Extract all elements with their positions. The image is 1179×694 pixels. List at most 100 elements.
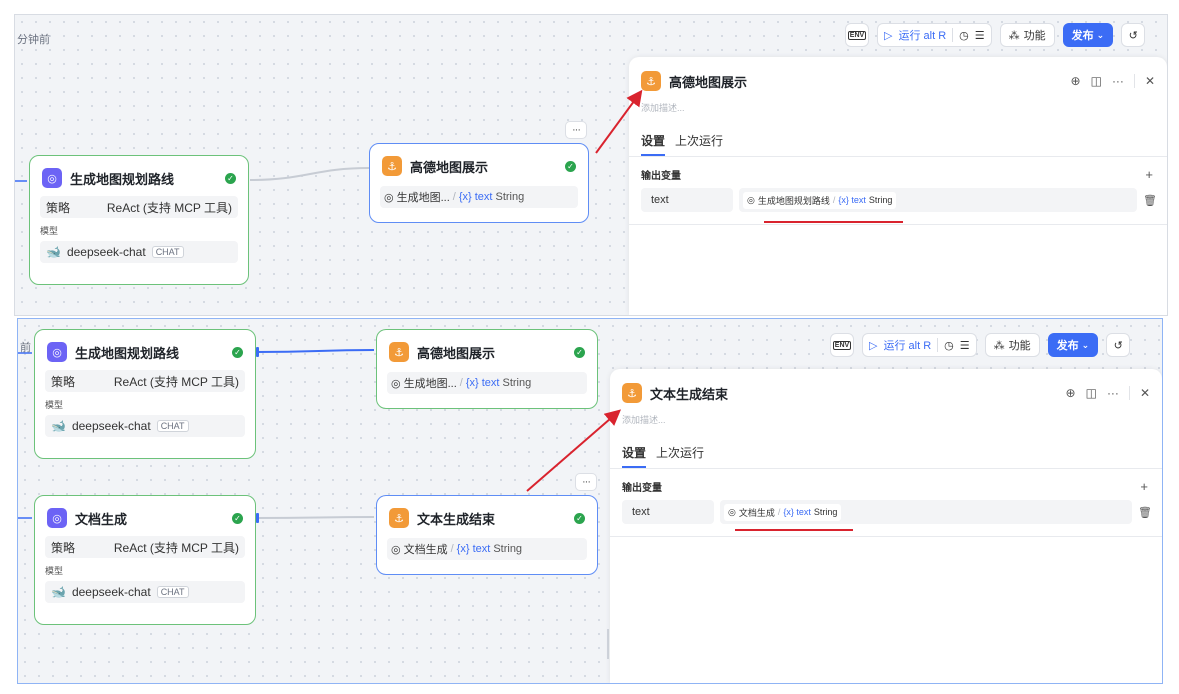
check-icon: ✓	[232, 512, 243, 524]
description-input[interactable]: 添加描述...	[629, 91, 1167, 114]
end-node[interactable]: ⚓ 高德地图展示 ✓ ◎ 生成地图... / {x} text String	[369, 143, 589, 223]
variable-name-field[interactable]: text	[641, 188, 733, 212]
variable-name-field[interactable]: text	[622, 500, 714, 524]
panel-title: 文本生成结束	[650, 386, 729, 402]
toolbar: ENV ▷ 运行 alt R ◷ ☰ ⁂ 功能 发布 ⌄ ↺	[845, 23, 1146, 47]
output-variables-header: 输出变量 +	[641, 167, 1153, 182]
env-button[interactable]: ENV	[845, 23, 869, 47]
run-button[interactable]: 运行 alt R	[883, 337, 931, 353]
end-icon: ⚓	[389, 342, 409, 362]
trash-icon[interactable]: 🗑	[1143, 194, 1157, 207]
variable-value-field[interactable]: ◎ 生成地图规划路线 / {x} text String	[739, 188, 1137, 212]
variable-value-field[interactable]: ◎ 文档生成 / {x} text String	[720, 500, 1132, 524]
run-node-icon[interactable]: ⊕	[1071, 74, 1081, 88]
edge-llm1-to-end1[interactable]	[255, 349, 375, 353]
llm-node[interactable]: ◎ 文档生成 ✓ 策略 ReAct (支持 MCP 工具) 模型 🐋 deeps…	[34, 495, 256, 625]
strategy-row: 策略 ReAct (支持 MCP 工具)	[45, 370, 245, 392]
model-row: 🐋 deepseek-chat CHAT	[45, 415, 245, 437]
help-book-icon[interactable]: ◫	[1086, 386, 1097, 400]
model-label: 模型	[40, 226, 59, 236]
run-group: ▷ 运行 alt R ◷ ☰	[862, 333, 977, 357]
check-icon: ✓	[574, 512, 585, 524]
node-config-panel: ⚓ 高德地图展示 ⊕ ◫ ··· ✕ 添加描述... 设置 上次运行 输出变量 …	[629, 57, 1167, 315]
strategy-row: 策略 ReAct (支持 MCP 工具)	[40, 196, 238, 218]
tab-settings[interactable]: 设置	[622, 444, 647, 468]
panel-tabs: 设置 上次运行	[610, 426, 1162, 469]
run-button[interactable]: 运行 alt R	[898, 27, 946, 43]
end-icon: ⚓	[382, 156, 402, 176]
node-title: 生成地图规划路线	[70, 171, 175, 187]
output-variables-header: 输出变量 +	[622, 479, 1148, 494]
features-button[interactable]: ⁂ 功能	[999, 23, 1055, 47]
agent-icon: ◎	[47, 508, 67, 528]
model-type-chip: CHAT	[156, 420, 189, 432]
toolbar-divider	[937, 338, 939, 352]
end-icon: ⚓	[622, 383, 642, 403]
node-output-port[interactable]	[256, 513, 259, 523]
trash-icon[interactable]: 🗑	[1138, 506, 1152, 519]
tab-last-run[interactable]: 上次运行	[675, 132, 723, 156]
check-icon: ✓	[232, 346, 243, 358]
agent-small-icon: ◎	[384, 191, 394, 204]
agent-icon: ◎	[42, 168, 62, 188]
history-icon: ↺	[1113, 339, 1123, 352]
model-row: 🐋 deepseek-chat CHAT	[40, 241, 238, 263]
play-icon[interactable]: ▷	[869, 339, 877, 352]
tab-last-run[interactable]: 上次运行	[656, 444, 704, 468]
more-icon[interactable]: ···	[1112, 74, 1124, 88]
check-icon: ✓	[225, 172, 236, 184]
panel-title: 高德地图展示	[669, 74, 748, 90]
help-book-icon[interactable]: ◫	[1091, 74, 1102, 88]
more-icon[interactable]: ···	[1107, 386, 1119, 400]
run-group: ▷ 运行 alt R ◷ ☰	[877, 23, 992, 47]
tab-settings[interactable]: 设置	[641, 132, 666, 156]
clock-check-icon[interactable]: ◷	[959, 29, 969, 42]
env-button[interactable]: ENV	[830, 333, 854, 357]
checklist-icon[interactable]: ☰	[960, 339, 970, 352]
edge-llm2-to-end2[interactable]	[255, 516, 375, 519]
description-input[interactable]: 添加描述...	[610, 403, 1162, 426]
panel-tabs: 设置 上次运行	[629, 114, 1167, 157]
run-node-icon[interactable]: ⊕	[1066, 386, 1076, 400]
workflow-canvas-bottom[interactable]: 前 ENV ▷ 运行 alt R ◷ ☰ ⁂ 功能 发布 ⌄ ↺ ◎ 生成地图规…	[17, 318, 1163, 684]
publish-button[interactable]: 发布 ⌄	[1062, 23, 1114, 47]
output-ref: ◎ 生成地图... / {x} text String	[387, 372, 587, 394]
close-icon[interactable]: ✕	[1145, 74, 1155, 88]
chevron-down-icon: ⌄	[1081, 339, 1090, 350]
node-title: 生成地图规划路线	[75, 345, 180, 361]
end-node[interactable]: ⚓ 高德地图展示 ✓ ◎ 生成地图... / {x} text String	[376, 329, 598, 409]
workflow-canvas-top[interactable]: 分钟前 ENV ▷ 运行 alt R ◷ ☰ ⁂ 功能 发布 ⌄ ↺ ◎ 生成地…	[14, 14, 1168, 316]
agent-small-icon: ◎	[391, 377, 401, 390]
close-icon[interactable]: ✕	[1140, 386, 1150, 400]
end-icon: ⚓	[389, 508, 409, 528]
node-title: 文本生成结束	[417, 511, 496, 527]
publish-button[interactable]: 发布 ⌄	[1047, 333, 1099, 357]
more-options-button[interactable]: ···	[575, 473, 597, 491]
chevron-down-icon: ⌄	[1096, 29, 1105, 40]
node-output-port[interactable]	[256, 347, 259, 357]
strategy-row: 策略 ReAct (支持 MCP 工具)	[45, 536, 245, 558]
add-variable-button[interactable]: +	[1140, 479, 1148, 494]
agent-small-icon: ◎	[391, 543, 401, 556]
features-button[interactable]: ⁂ 功能	[984, 333, 1040, 357]
more-options-button[interactable]: ···	[565, 121, 587, 139]
llm-node[interactable]: ◎ 生成地图规划路线 ✓ 策略 ReAct (支持 MCP 工具) 模型 🐋 d…	[29, 155, 249, 285]
llm-node[interactable]: ◎ 生成地图规划路线 ✓ 策略 ReAct (支持 MCP 工具) 模型 🐋 d…	[34, 329, 256, 459]
node-title: 高德地图展示	[410, 159, 489, 175]
last-saved-time: 分钟前	[17, 34, 50, 46]
model-row: 🐋 deepseek-chat CHAT	[45, 581, 245, 603]
model-label: 模型	[45, 400, 64, 410]
history-button[interactable]: ↺	[1121, 23, 1146, 47]
end-icon: ⚓	[641, 71, 661, 91]
history-button[interactable]: ↺	[1106, 333, 1131, 357]
variable-ref-chip[interactable]: ◎ 文档生成 / {x} text String	[724, 503, 842, 521]
checklist-icon[interactable]: ☰	[975, 29, 985, 42]
clock-check-icon[interactable]: ◷	[944, 339, 954, 352]
add-variable-button[interactable]: +	[1145, 167, 1153, 182]
end-node-selected[interactable]: ⚓ 文本生成结束 ✓ ◎ 文档生成 / {x} text String	[376, 495, 598, 575]
history-icon: ↺	[1128, 29, 1138, 42]
play-icon[interactable]: ▷	[884, 29, 892, 42]
model-type-chip: CHAT	[156, 586, 189, 598]
output-ref: ◎ 文档生成 / {x} text String	[387, 538, 587, 560]
variable-ref-chip[interactable]: ◎ 生成地图规划路线 / {x} text String	[743, 191, 897, 209]
